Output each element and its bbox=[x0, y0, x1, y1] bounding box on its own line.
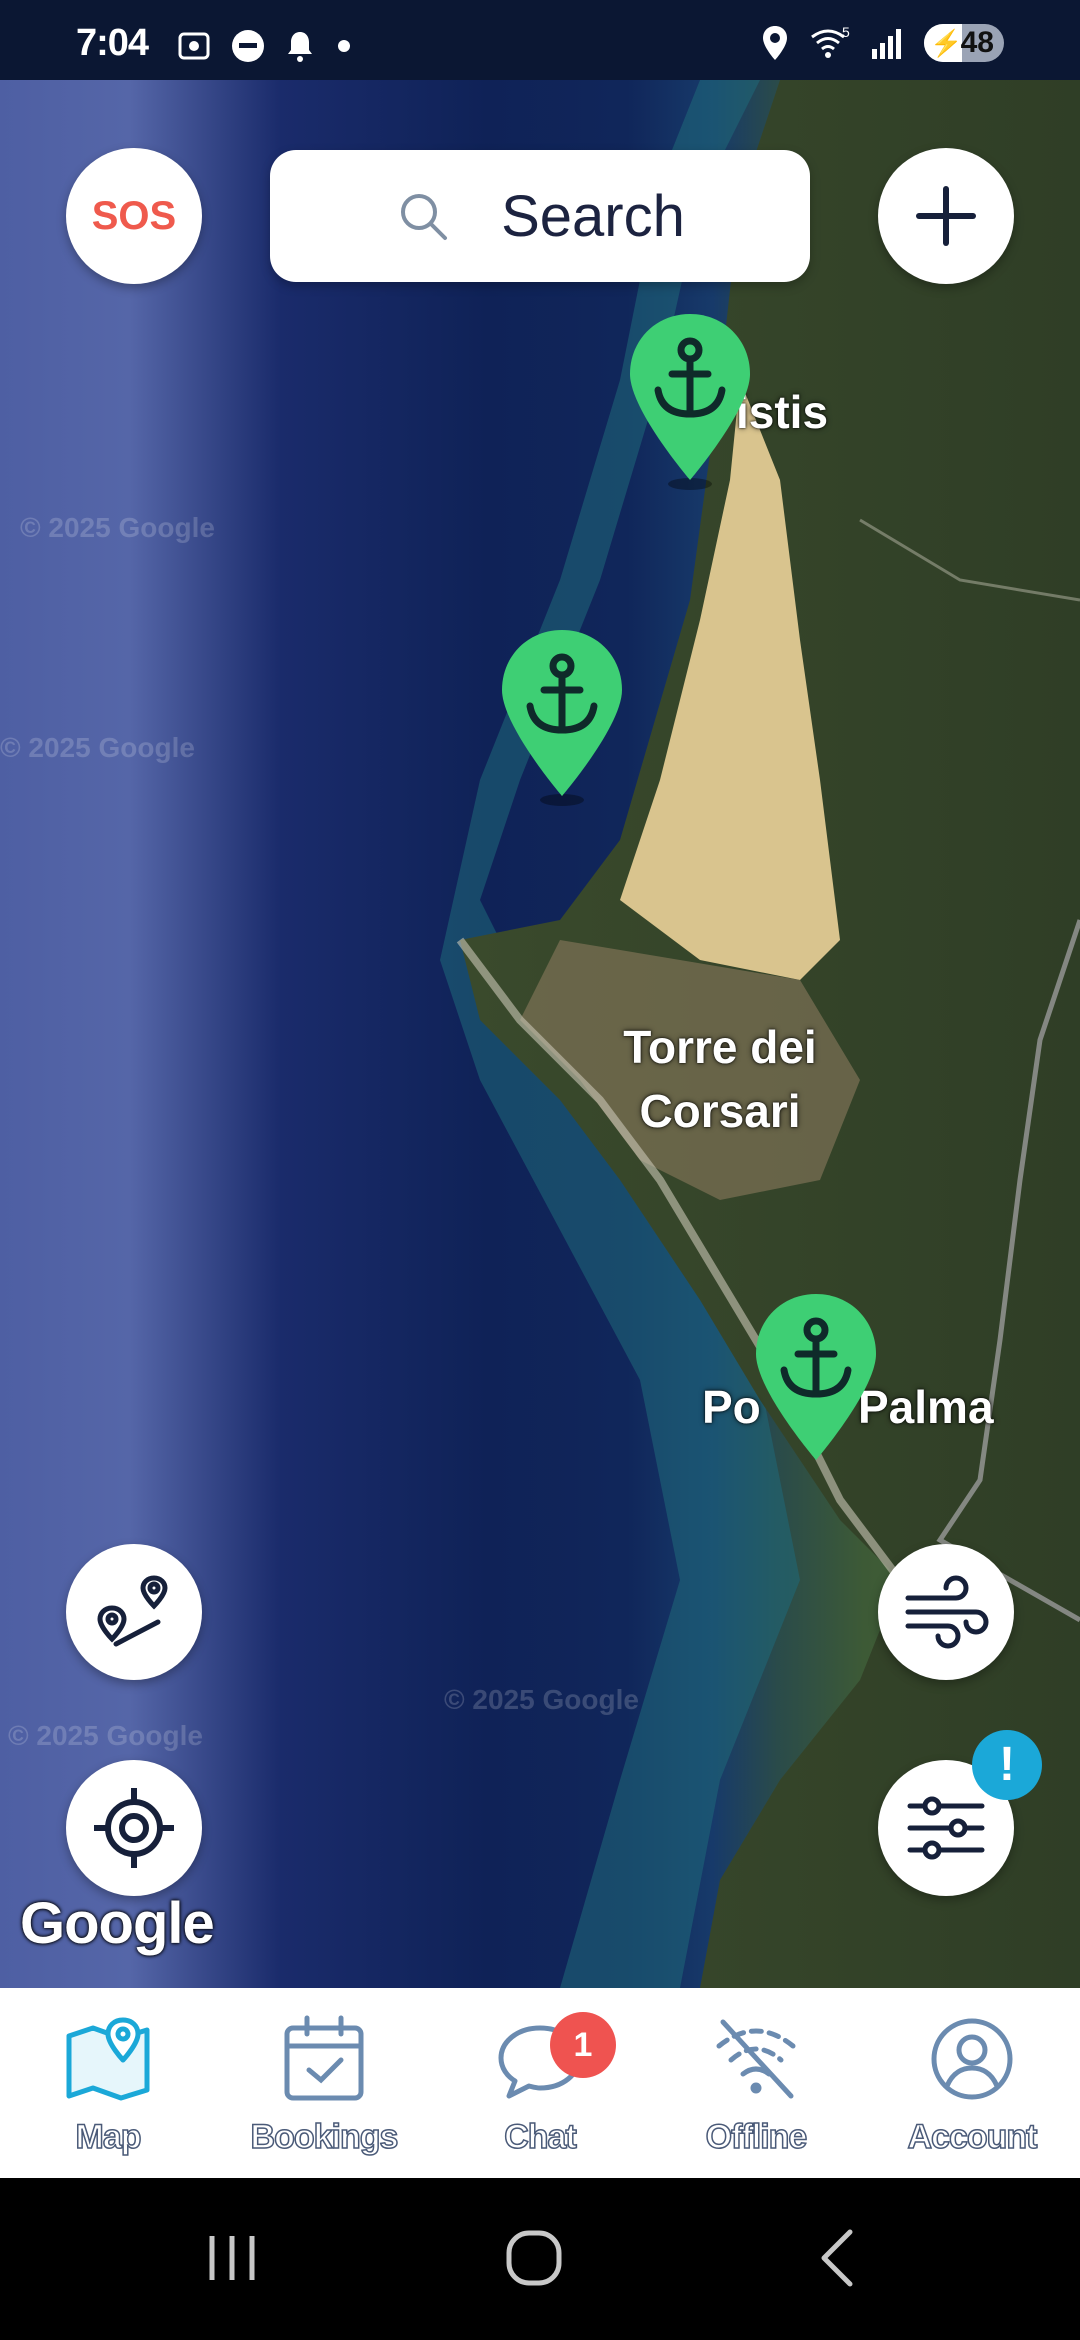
nav-item-account[interactable]: Account bbox=[864, 1988, 1080, 2178]
anchorage-marker[interactable] bbox=[500, 628, 624, 808]
map-watermark: © 2025 Google bbox=[8, 1720, 203, 1751]
map-view[interactable]: © 2025 Google © 2025 Google © 2025 Googl… bbox=[0, 80, 1080, 1988]
bell-icon bbox=[288, 32, 312, 62]
map-watermark: © 2025 Google bbox=[444, 1684, 639, 1715]
route-planner-button[interactable] bbox=[66, 1544, 202, 1680]
system-navigation-bar bbox=[0, 2178, 1080, 2340]
route-icon bbox=[97, 1575, 168, 1647]
bottom-navigation: Map Bookings 1 Chat Offline Account bbox=[0, 1988, 1080, 2178]
charging-icon: ⚡ bbox=[930, 28, 963, 58]
battery-indicator: ⚡ 48 bbox=[924, 24, 1004, 62]
calendar-check-icon bbox=[284, 2015, 364, 2101]
network-type: 5 bbox=[842, 25, 850, 40]
status-bar: 7:04 5 ⚡ 48 bbox=[0, 0, 1080, 80]
nav-label: Account bbox=[907, 2117, 1039, 2157]
wind-icon bbox=[905, 1575, 989, 1649]
place-label: Po bbox=[702, 1381, 761, 1433]
crosshair-icon bbox=[94, 1788, 174, 1868]
map-icon bbox=[66, 2017, 150, 2101]
sos-button[interactable]: SOS bbox=[66, 148, 202, 284]
search-icon bbox=[401, 194, 448, 240]
google-logo: Google bbox=[20, 1891, 215, 1956]
chat-unread-badge: 1 bbox=[550, 2012, 616, 2078]
wifi-icon: 5 bbox=[811, 25, 850, 58]
account-icon bbox=[931, 2018, 1013, 2100]
nav-item-chat[interactable]: 1 Chat bbox=[432, 1988, 648, 2178]
nav-item-bookings[interactable]: Bookings bbox=[216, 1988, 432, 2178]
plus-icon bbox=[916, 186, 976, 246]
anchorage-marker[interactable] bbox=[754, 1292, 878, 1472]
filter-alert-badge: ! bbox=[972, 1730, 1042, 1800]
news-icon bbox=[232, 30, 264, 62]
place-label: Torre dei Corsari bbox=[623, 1021, 817, 1138]
search-placeholder: Search bbox=[501, 183, 685, 249]
nav-label: Bookings bbox=[250, 2117, 399, 2157]
status-system-icons: 5 ⚡ 48 bbox=[760, 24, 1004, 62]
nav-item-offline[interactable]: Offline bbox=[648, 1988, 864, 2178]
status-notification-icons bbox=[176, 28, 354, 64]
wind-button[interactable] bbox=[878, 1544, 1014, 1680]
nav-label: Chat bbox=[503, 2117, 577, 2157]
wifi-off-icon bbox=[716, 2019, 796, 2099]
location-icon bbox=[763, 26, 787, 60]
map-watermark: © 2025 Google bbox=[0, 732, 195, 763]
nav-item-map[interactable]: Map bbox=[0, 1988, 216, 2178]
nav-label: Map bbox=[75, 2117, 143, 2157]
nav-label: Offline bbox=[705, 2117, 808, 2157]
dot-icon bbox=[338, 40, 350, 52]
search-bar[interactable]: Search bbox=[270, 150, 810, 282]
battery-percent: 48 bbox=[960, 26, 994, 59]
sos-label: SOS bbox=[91, 193, 177, 238]
home-icon[interactable] bbox=[504, 2228, 564, 2288]
anchorage-marker[interactable] bbox=[628, 312, 752, 492]
my-location-button[interactable] bbox=[66, 1760, 202, 1896]
recent-apps-icon[interactable] bbox=[204, 2230, 260, 2286]
sliders-icon bbox=[907, 1796, 985, 1860]
place-label: Palma bbox=[858, 1381, 994, 1433]
back-icon[interactable] bbox=[812, 2228, 862, 2288]
status-time: 7:04 bbox=[76, 22, 149, 64]
screenshot-icon bbox=[178, 32, 210, 60]
map-watermark: © 2025 Google bbox=[20, 512, 215, 543]
signal-icon bbox=[872, 29, 901, 59]
add-button[interactable] bbox=[878, 148, 1014, 284]
